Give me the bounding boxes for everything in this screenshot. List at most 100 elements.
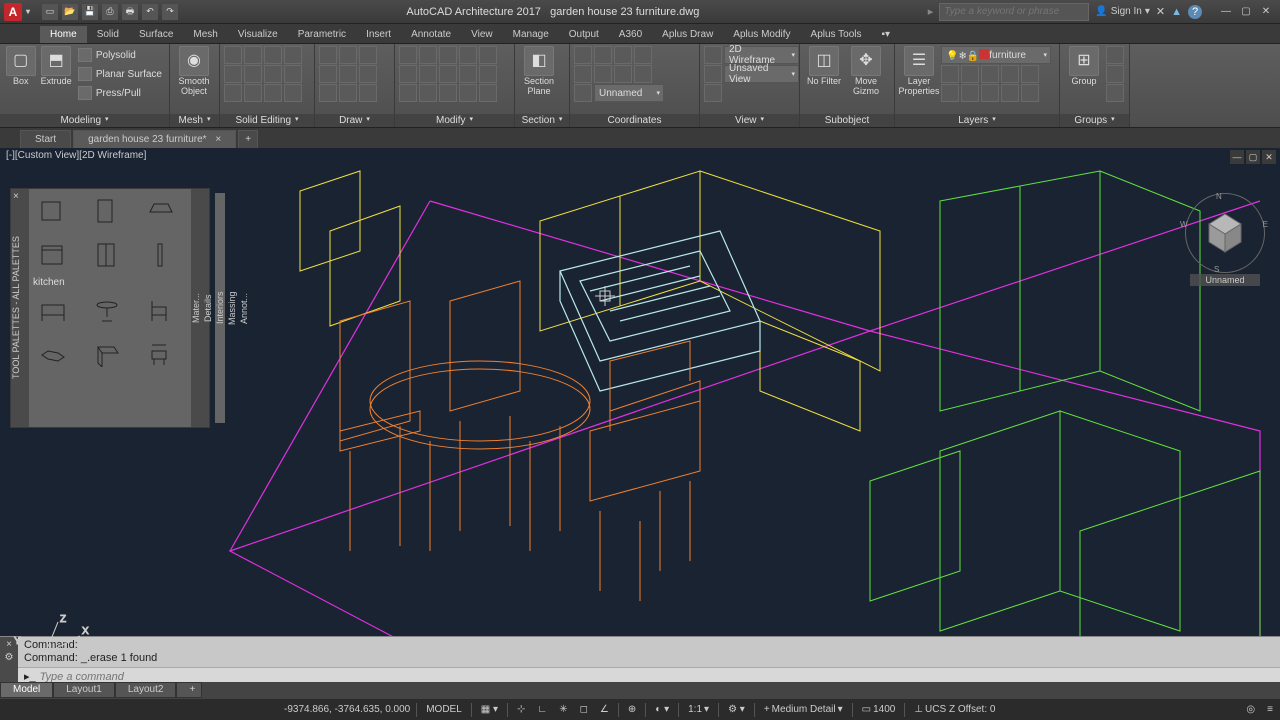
tab-start[interactable]: Start: [20, 130, 71, 148]
sign-in-button[interactable]: 👤 Sign In ▾: [1095, 6, 1150, 17]
open-icon[interactable]: 📂: [62, 4, 78, 20]
polysolid-button[interactable]: Polysolid: [75, 46, 165, 64]
draw-icon[interactable]: [339, 46, 357, 64]
layer-dropdown[interactable]: 💡❄🔒 furniture: [941, 46, 1051, 64]
tab-parametric[interactable]: Parametric: [288, 26, 356, 43]
se-icon[interactable]: [224, 65, 242, 83]
ribbon-overflow-icon[interactable]: ▪▾: [872, 26, 901, 43]
mod-icon[interactable]: [439, 65, 457, 83]
saved-view-icon[interactable]: [704, 65, 722, 83]
mod-icon[interactable]: [439, 84, 457, 102]
tab-close-icon[interactable]: ×: [215, 134, 221, 145]
gear-icon[interactable]: ⚙ ▾: [725, 704, 748, 715]
move-gizmo-button[interactable]: ✥Move Gizmo: [846, 46, 886, 97]
saved-view-dropdown[interactable]: Unsaved View: [724, 65, 799, 83]
se-icon[interactable]: [224, 46, 242, 64]
customize-icon[interactable]: ≡: [1264, 704, 1276, 715]
palette-item[interactable]: [87, 336, 127, 372]
layer-icon[interactable]: [941, 65, 959, 83]
draw-icon[interactable]: [339, 65, 357, 83]
elevation-readout[interactable]: ▭ 1400: [859, 704, 899, 715]
presspull-button[interactable]: Press/Pull: [75, 84, 165, 102]
undo-icon[interactable]: ↶: [142, 4, 158, 20]
coordinate-readout[interactable]: -9374.866, -3764.635, 0.000: [284, 704, 410, 715]
palette-item[interactable]: [87, 193, 127, 229]
layer-icon[interactable]: [981, 84, 999, 102]
viewport-minimize-icon[interactable]: —: [1230, 150, 1244, 164]
mod-icon[interactable]: [479, 84, 497, 102]
mod-icon[interactable]: [419, 84, 437, 102]
layer-icon[interactable]: [1001, 65, 1019, 83]
extrude-button[interactable]: ⬒Extrude: [39, 46, 72, 87]
section-plane-button[interactable]: ◧Section Plane: [519, 46, 559, 97]
draw-icon[interactable]: [339, 84, 357, 102]
se-icon[interactable]: [244, 84, 262, 102]
palette-item[interactable]: [33, 193, 73, 229]
mod-icon[interactable]: [419, 46, 437, 64]
close-button[interactable]: ✕: [1256, 4, 1276, 20]
se-icon[interactable]: [284, 84, 302, 102]
tab-annotate[interactable]: Annotate: [401, 26, 461, 43]
app-icon[interactable]: ▲: [1171, 6, 1182, 18]
palette-title-side[interactable]: TOOL PALETTES - ALL PALETTES: [11, 189, 29, 427]
palette-item[interactable]: [141, 336, 181, 372]
ucs-icon[interactable]: [574, 84, 592, 102]
layer-icon[interactable]: [961, 84, 979, 102]
group-button[interactable]: ⊞Group: [1064, 46, 1104, 87]
tab-aplus-tools[interactable]: Aplus Tools: [801, 26, 872, 43]
palette-item[interactable]: [141, 193, 181, 229]
viewport[interactable]: [-][Custom View][2D Wireframe] — ▢ ✕: [0, 148, 1280, 674]
box-button[interactable]: ▢Box: [4, 46, 37, 87]
group-icon[interactable]: [1106, 84, 1124, 102]
no-filter-button[interactable]: ◫No Filter: [804, 46, 844, 87]
grid-icon[interactable]: ▦ ▾: [478, 704, 501, 715]
mod-icon[interactable]: [419, 65, 437, 83]
tool-palette[interactable]: × TOOL PALETTES - ALL PALETTES kitchen: [10, 188, 210, 428]
mod-icon[interactable]: [399, 46, 417, 64]
ucs-icon[interactable]: [574, 46, 592, 64]
palette-item[interactable]: [33, 237, 73, 273]
mod-icon[interactable]: [459, 65, 477, 83]
palette-item[interactable]: [33, 292, 73, 328]
visual-style-dropdown[interactable]: 2D Wireframe: [724, 46, 799, 64]
group-icon[interactable]: [1106, 46, 1124, 64]
tab-visualize[interactable]: Visualize: [228, 26, 288, 43]
mod-icon[interactable]: [399, 84, 417, 102]
draw-icon[interactable]: [359, 84, 377, 102]
se-icon[interactable]: [264, 84, 282, 102]
group-icon[interactable]: [1106, 65, 1124, 83]
quality-dropdown[interactable]: + Medium Detail ▾: [761, 704, 846, 715]
ucs-offset-readout[interactable]: ⊥ UCS Z Offset: 0: [911, 704, 998, 715]
mod-icon[interactable]: [479, 65, 497, 83]
save-icon[interactable]: 💾: [82, 4, 98, 20]
smooth-object-button[interactable]: ◉Smooth Object: [174, 46, 214, 97]
mod-icon[interactable]: [459, 46, 477, 64]
snap-icon[interactable]: ⊹: [514, 704, 528, 715]
polar-icon[interactable]: ✳: [556, 704, 570, 715]
mod-icon[interactable]: [459, 84, 477, 102]
model-toggle[interactable]: MODEL: [423, 704, 465, 715]
tab-surface[interactable]: Surface: [129, 26, 183, 43]
tab-manage[interactable]: Manage: [503, 26, 559, 43]
palette-close-icon[interactable]: ×: [13, 191, 25, 203]
tab-solid[interactable]: Solid: [87, 26, 129, 43]
osnap-icon[interactable]: ◻: [577, 704, 591, 715]
draw-icon[interactable]: [319, 46, 337, 64]
track-icon[interactable]: ∠: [597, 704, 612, 715]
tab-aplus-draw[interactable]: Aplus Draw: [652, 26, 723, 43]
view-icon[interactable]: [704, 84, 722, 102]
mod-icon[interactable]: [439, 46, 457, 64]
ucs-icon[interactable]: [574, 65, 592, 83]
maximize-button[interactable]: ▢: [1236, 4, 1256, 20]
layer-icon[interactable]: [961, 65, 979, 83]
print-icon[interactable]: 🖶: [122, 4, 138, 20]
se-icon[interactable]: [224, 84, 242, 102]
layout-tab-2[interactable]: Layout2: [115, 682, 177, 698]
tab-insert[interactable]: Insert: [356, 26, 401, 43]
cut-plane-icon[interactable]: ◐ ▾: [652, 704, 672, 715]
ucs-icon[interactable]: [634, 65, 652, 83]
se-icon[interactable]: [244, 65, 262, 83]
se-icon[interactable]: [244, 46, 262, 64]
view-style-icon[interactable]: [704, 46, 722, 64]
scale-dropdown[interactable]: 1:1 ▾: [685, 704, 712, 715]
